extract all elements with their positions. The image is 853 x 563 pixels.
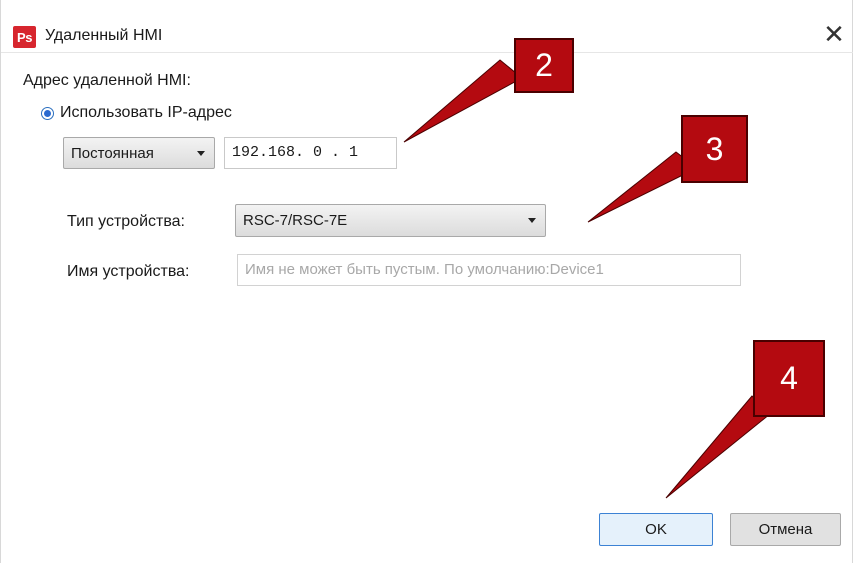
callout-4: 4 bbox=[753, 340, 825, 417]
callout-2: 2 bbox=[514, 38, 574, 93]
callout-arrow-2 bbox=[403, 59, 523, 143]
callout-arrows bbox=[403, 59, 771, 499]
callout-3: 3 bbox=[681, 115, 748, 183]
